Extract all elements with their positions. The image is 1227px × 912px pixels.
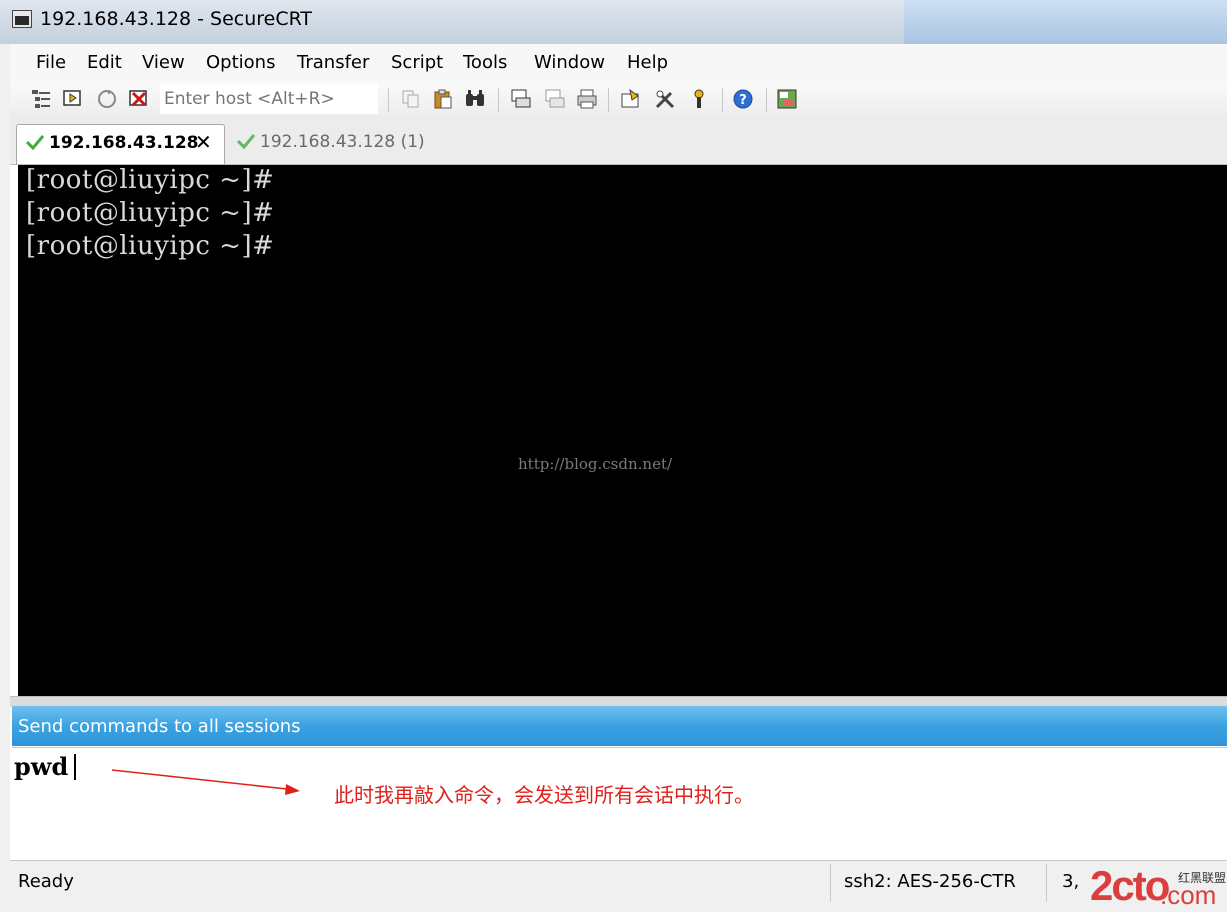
copy-icon[interactable] bbox=[400, 88, 422, 110]
annotation-arrow bbox=[111, 769, 300, 795]
find-icon[interactable] bbox=[464, 88, 486, 110]
toolbar-separator bbox=[388, 88, 389, 112]
2cto-logo: 2cto .com 红黑联盟 bbox=[1088, 860, 1227, 910]
2cto-logo-mark: 2cto .com 红黑联盟 bbox=[1090, 862, 1226, 910]
status-divider bbox=[830, 864, 831, 902]
paste-icon[interactable] bbox=[432, 88, 454, 110]
title-bar: 192.168.43.128 - SecureCRT bbox=[0, 0, 1227, 44]
toolbar-separator bbox=[498, 88, 499, 112]
reconnect-icon[interactable] bbox=[96, 88, 118, 110]
terminal-line: [root@liuyipc ~]# bbox=[26, 198, 275, 228]
text-caret bbox=[74, 754, 76, 780]
menu-view[interactable]: View bbox=[142, 52, 185, 73]
securecrt-app-icon[interactable] bbox=[12, 10, 32, 28]
tab-session-2[interactable]: 192.168.43.128 (1) bbox=[228, 124, 428, 164]
connected-check-icon bbox=[236, 134, 256, 150]
session-options-icon[interactable] bbox=[620, 88, 642, 110]
status-cipher: ssh2: AES-256-CTR bbox=[844, 871, 1016, 892]
disconnect-icon[interactable] bbox=[128, 88, 150, 110]
close-tab-icon[interactable]: ✕ bbox=[195, 130, 212, 154]
command-text: pwd bbox=[14, 752, 69, 781]
toolbar-separator bbox=[766, 88, 767, 112]
menu-options[interactable]: Options bbox=[206, 52, 275, 73]
status-bar bbox=[10, 860, 1227, 909]
print-screen-icon[interactable] bbox=[510, 88, 532, 110]
connected-check-icon bbox=[25, 135, 45, 151]
tab-session-1[interactable]: 192.168.43.128 ✕ bbox=[16, 124, 225, 164]
send-commands-title: Send commands to all sessions bbox=[18, 716, 301, 737]
toolbar-separator bbox=[722, 88, 723, 112]
window-title: 192.168.43.128 - SecureCRT bbox=[40, 8, 313, 30]
menu-help[interactable]: Help bbox=[627, 52, 668, 73]
tab-label: 192.168.43.128 (1) bbox=[260, 132, 425, 152]
connect-icon[interactable] bbox=[30, 88, 52, 110]
tab-label: 192.168.43.128 bbox=[49, 133, 199, 153]
toolbar-separator bbox=[608, 88, 609, 112]
terminal-line: [root@liuyipc ~]# bbox=[26, 165, 275, 195]
menu-tools[interactable]: Tools bbox=[463, 52, 507, 73]
terminal-screen[interactable]: [root@liuyipc ~]# [root@liuyipc ~]# [roo… bbox=[18, 165, 1227, 696]
securefx-icon[interactable] bbox=[776, 88, 798, 110]
status-cursor-position: 3, bbox=[1062, 871, 1080, 892]
help-icon[interactable]: ? bbox=[732, 88, 754, 110]
status-divider bbox=[1046, 864, 1047, 902]
quick-connect-icon[interactable] bbox=[62, 88, 84, 110]
menu-transfer[interactable]: Transfer bbox=[297, 52, 369, 73]
print-icon[interactable] bbox=[576, 88, 598, 110]
terminal-line: [root@liuyipc ~]# bbox=[26, 231, 275, 261]
annotation-text: 此时我再敲入命令，会发送到所有会话中执行。 bbox=[334, 783, 754, 807]
menu-edit[interactable]: Edit bbox=[87, 52, 122, 73]
enter-host-input[interactable] bbox=[160, 84, 378, 114]
svg-text:红黑联盟: 红黑联盟 bbox=[1178, 870, 1226, 885]
menu-window[interactable]: Window bbox=[534, 52, 605, 73]
menu-script[interactable]: Script bbox=[391, 52, 443, 73]
menu-bar: File Edit View Options Transfer Script T… bbox=[10, 44, 1227, 82]
status-ready: Ready bbox=[18, 871, 74, 892]
global-options-icon[interactable] bbox=[654, 88, 676, 110]
svg-text:2cto: 2cto bbox=[1090, 862, 1170, 908]
key-icon[interactable] bbox=[688, 88, 710, 110]
print-selection-icon[interactable] bbox=[544, 88, 566, 110]
title-bar-right bbox=[904, 0, 1227, 44]
svg-text:?: ? bbox=[739, 93, 747, 108]
send-commands-header: Send commands to all sessions bbox=[12, 706, 1227, 746]
watermark-text: http://blog.csdn.net/ bbox=[518, 455, 673, 473]
menu-file[interactable]: File bbox=[36, 52, 66, 73]
